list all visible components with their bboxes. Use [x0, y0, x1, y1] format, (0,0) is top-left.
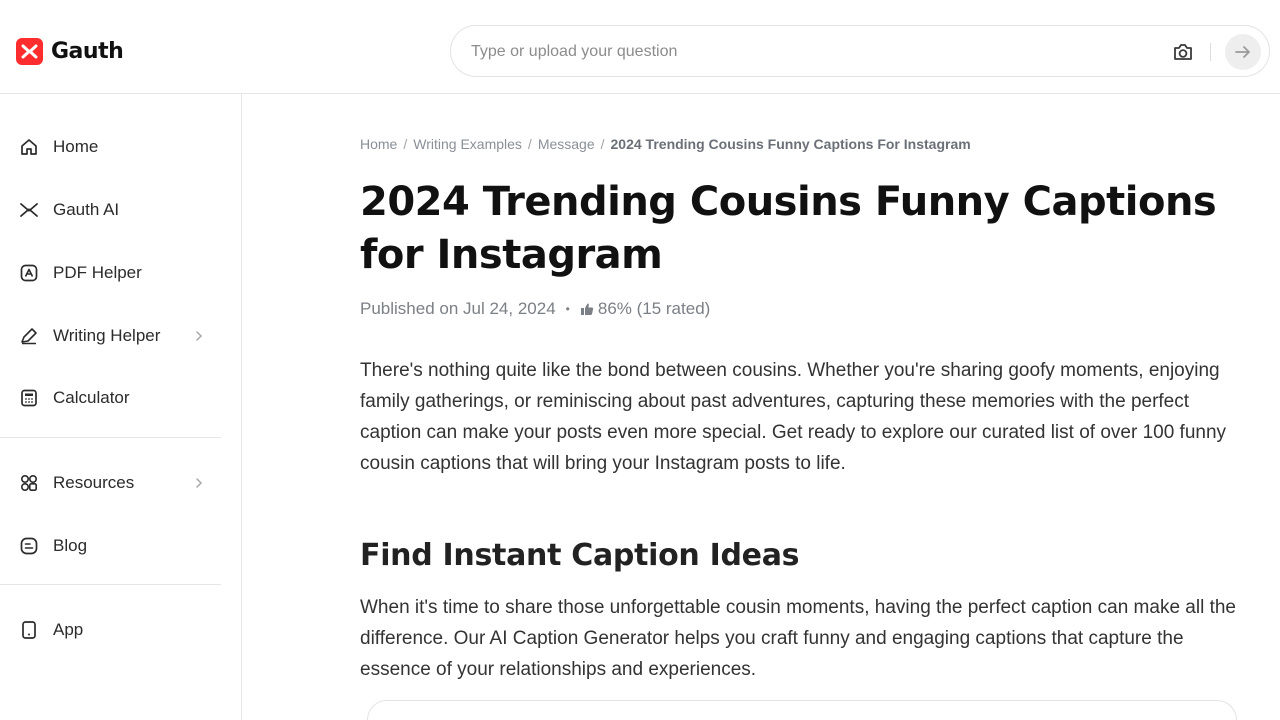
pdf-icon: [19, 263, 39, 283]
caption-generator-card: [367, 700, 1237, 720]
gauth-ai-icon: [19, 200, 39, 220]
page-title: 2024 Trending Cousins Funny Captions for…: [360, 179, 1217, 278]
calculator-icon: [19, 388, 39, 408]
top-header: Gauth: [0, 0, 1280, 94]
question-search-bar: [450, 25, 1270, 77]
main-content: Home / Writing Examples / Message / 2024 Trend…: [242, 94, 1280, 720]
sidebar-item-app[interactable]: App: [0, 609, 221, 649]
breadcrumb-link[interactable]: Writing Examples: [413, 136, 522, 152]
sidebar-item-label: Gauth AI: [53, 200, 120, 219]
breadcrumb-separator: /: [600, 136, 605, 152]
breadcrumb-separator: /: [527, 136, 532, 152]
pen-icon: [19, 326, 39, 346]
breadcrumb-link[interactable]: Message: [538, 136, 595, 152]
sidebar-divider: [0, 584, 221, 585]
search-divider: [1210, 43, 1211, 61]
breadcrumb-current: 2024 Trending Cousins Funny Captions For…: [610, 136, 971, 152]
publish-date: Published on Jul 24, 2024: [360, 299, 556, 318]
sidebar-item-label: Resources: [53, 473, 135, 492]
arrow-right-icon: [1235, 46, 1250, 58]
rating-text: 86% (15 rated): [597, 299, 711, 318]
gauth-logo-icon: [16, 37, 43, 65]
intro-paragraph: There's nothing quite like the bond betw…: [360, 360, 1227, 474]
section-paragraph: When it's time to share those unforgetta…: [360, 597, 1236, 680]
sidebar-item-label: Blog: [53, 536, 88, 555]
sidebar: Home Gauth AI PDF Helper Writing Helper …: [0, 94, 242, 720]
sidebar-item-label: Calculator: [53, 388, 130, 407]
home-icon: [19, 137, 39, 157]
sidebar-item-label: Home: [53, 137, 99, 156]
camera-upload-button[interactable]: [1170, 39, 1196, 65]
breadcrumb-link[interactable]: Home: [360, 136, 397, 152]
sidebar-item-pdf-helper[interactable]: PDF Helper: [0, 252, 221, 292]
logo-text: Gauth: [51, 38, 124, 64]
thumbs-up-icon: [580, 302, 594, 316]
chevron-right-icon: [192, 474, 206, 492]
sidebar-item-label: PDF Helper: [53, 263, 142, 282]
submit-question-button[interactable]: [1225, 34, 1261, 70]
sidebar-item-blog[interactable]: Blog: [0, 525, 221, 565]
sidebar-item-gauth-ai[interactable]: Gauth AI: [0, 189, 221, 229]
blog-icon: [19, 536, 39, 556]
chevron-right-icon: [192, 327, 206, 345]
question-search-input[interactable]: [471, 39, 1151, 65]
sidebar-item-writing-helper[interactable]: Writing Helper: [0, 315, 221, 355]
breadcrumb: Home / Writing Examples / Message / 2024 Trend…: [360, 136, 971, 152]
sidebar-item-resources[interactable]: Resources: [0, 462, 221, 502]
sidebar-item-home[interactable]: Home: [0, 126, 221, 166]
sidebar-item-calculator[interactable]: Calculator: [0, 377, 221, 417]
sidebar-item-label: Writing Helper: [53, 326, 161, 345]
breadcrumb-separator: /: [403, 136, 408, 152]
camera-icon: [1174, 44, 1192, 60]
grid-icon: [19, 473, 39, 493]
phone-icon: [19, 620, 39, 640]
gauth-logo[interactable]: Gauth: [16, 37, 124, 65]
section-heading: Find Instant Caption Ideas: [360, 538, 800, 573]
meta-separator: •: [565, 302, 570, 316]
article-meta: Published on Jul 24, 2024 • 86% (15 rate…: [360, 299, 710, 319]
sidebar-item-label: App: [53, 620, 84, 639]
sidebar-divider: [0, 437, 221, 438]
